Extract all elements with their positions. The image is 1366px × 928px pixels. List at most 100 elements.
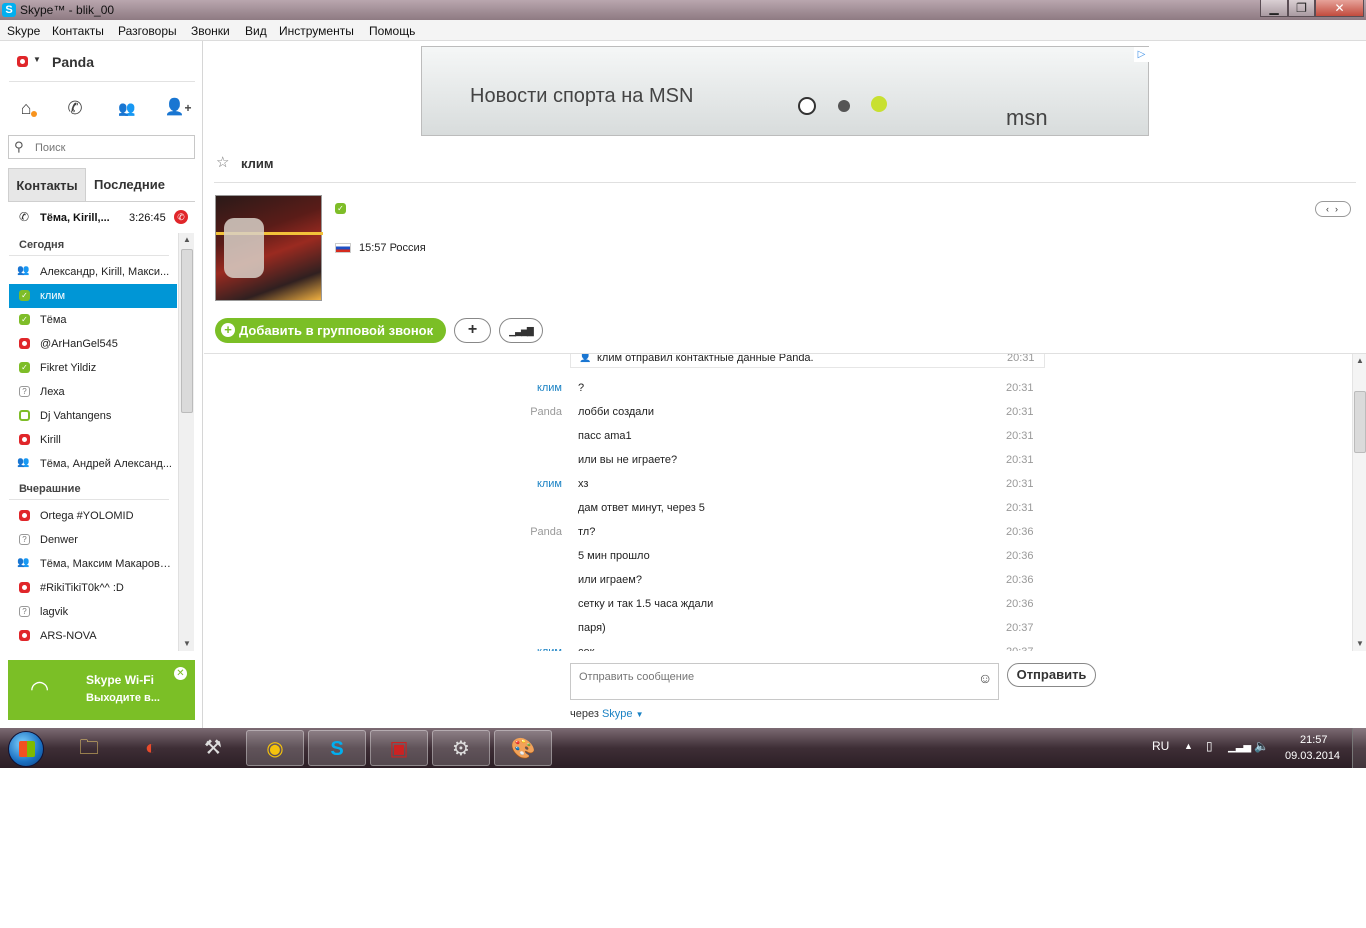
hang-up-icon[interactable]: ✆ [174,210,188,224]
device-icon[interactable]: ▯ [1206,739,1213,753]
chrome-icon[interactable]: ◉ [246,730,304,766]
volume-icon[interactable]: 🔈 [1254,739,1269,753]
tray-expand-icon[interactable]: ▲ [1184,741,1193,751]
contact-item[interactable]: ✓ Fikret Yildiz [9,356,177,380]
send-button[interactable]: Отправить [1007,663,1096,687]
contact-item[interactable]: @ArHanGel545 [9,332,177,356]
message-row: Panda лобби создали 20:31 [204,400,1351,424]
busy-status-icon [19,510,30,521]
contact-item[interactable]: 👥 Тёма, Андрей Александ... [9,452,177,476]
search-input[interactable] [35,140,185,155]
menu-skype[interactable]: Skype [7,24,40,38]
contact-item[interactable]: ? Леха [9,380,177,404]
contact-item[interactable]: ✓ клим [9,284,177,308]
adchoices-icon[interactable]: ▷ [1134,47,1149,62]
menu-view[interactable]: Вид [245,24,267,38]
start-button[interactable] [8,731,44,767]
chevron-down-icon[interactable]: ▼ [636,710,644,719]
contact-item[interactable]: ARS-NOVA [9,624,177,648]
message-input[interactable] [579,670,959,684]
contact-item[interactable]: #RikiTikiT0k^^ :D [9,576,177,600]
menu-conversations[interactable]: Разговоры [118,24,177,38]
contacts-icon[interactable]: 👥 [112,93,142,123]
scroll-up-icon[interactable]: ▲ [1353,354,1366,368]
phone-icon[interactable]: ✆ [60,93,90,123]
message-sender[interactable]: клим [537,646,562,651]
contact-item[interactable]: Dj Vahtangens [9,404,177,428]
scroll-up-icon[interactable]: ▲ [179,233,195,247]
show-desktop-button[interactable] [1352,728,1366,768]
clock-date[interactable]: 09.03.2014 [1285,750,1340,762]
contact-name: Александр, Kirill, Макси... [40,266,170,278]
message-sender[interactable]: Panda [530,526,562,538]
contact-item[interactable]: ✓ Тёма [9,308,177,332]
message-text: 5 мин прошло [578,550,650,562]
skype-icon[interactable]: S [308,730,366,766]
close-button[interactable]: ✕ [1315,0,1364,17]
contact-name: @ArHanGel545 [40,338,118,350]
unknown-status-icon: ? [19,534,30,545]
scroll-down-icon[interactable]: ▼ [179,637,195,651]
busy-status-icon[interactable] [17,56,28,67]
minimize-button[interactable]: ▁ [1260,0,1288,17]
busy-status-icon [19,582,30,593]
menu-contacts[interactable]: Контакты [52,24,104,38]
add-group-call-button[interactable]: + Добавить в групповой звонок [215,318,446,343]
message-sender[interactable]: клим [537,478,562,490]
scroll-thumb[interactable] [1354,391,1366,453]
message-text: или играем? [578,574,642,586]
search-icon: ⚲ [14,139,24,154]
message-composer[interactable]: ☺ [570,663,999,700]
via-service[interactable]: Skype [602,708,633,720]
steam-icon[interactable]: ⚙ [432,730,490,766]
paint-icon[interactable]: 🎨 [494,730,552,766]
contact-name: lagvik [40,606,69,618]
menu-calls[interactable]: Звонки [191,24,230,38]
dota2-icon[interactable]: ▣ [370,730,428,766]
active-call-row[interactable]: ✆ Тёма, Kirill,... 3:26:45 ✆ [8,201,195,231]
scroll-down-icon[interactable]: ▼ [1353,637,1366,651]
message-row: 5 мин прошло 20:36 [204,544,1351,568]
ad-banner[interactable]: Новости спорта на MSN msn ▷ [421,46,1149,136]
contact-item[interactable]: 👥 Александр, Kirill, Макси... [9,260,177,284]
message-time: 20:31 [1006,454,1034,466]
clock-time[interactable]: 21:57 [1300,734,1328,746]
close-icon[interactable]: ✕ [174,667,187,680]
chevron-down-icon[interactable]: ▼ [33,55,41,64]
emoticon-icon[interactable]: ☺ [978,670,992,686]
message-sender[interactable]: Panda [530,406,562,418]
contact-list-scrollbar[interactable]: ▲ ▼ [178,233,194,651]
user-profile-row[interactable]: ▼ Panda [9,50,195,82]
contact-item[interactable]: ? Denwer [9,528,177,552]
home-icon[interactable]: ⌂ [11,93,41,123]
menu-help[interactable]: Помощь [369,24,415,38]
search-box[interactable]: ⚲ [8,135,195,159]
offline-status-icon [19,410,30,421]
wifi-promo[interactable]: ◠ Skype Wi-Fi Выходите в... ✕ [8,660,195,720]
maximize-button[interactable]: ❐ [1288,0,1315,17]
wifi-promo-subtitle: Выходите в... [86,692,160,704]
message-time: 20:31 [1006,478,1034,490]
tab-recent[interactable]: Последние [86,168,195,201]
language-indicator[interactable]: RU [1152,739,1169,753]
tab-contacts[interactable]: Контакты [8,168,86,201]
message-scrollbar[interactable]: ▲ ▼ [1352,354,1366,651]
call-quality-button[interactable]: ▁▃▅▇ [499,318,543,343]
nav-arrows-button[interactable]: ‹› [1315,201,1351,217]
message-sender[interactable]: клим [537,382,562,394]
tool-icon[interactable]: ⚒ [184,730,242,766]
online-status-icon: ✓ [335,203,346,214]
menu-tools[interactable]: Инструменты [279,24,354,38]
network-icon[interactable]: ▁▃▅ [1228,742,1251,753]
favorite-star-icon[interactable]: ☆ [216,153,229,171]
contact-item[interactable]: ? lagvik [9,600,177,624]
user-name[interactable]: Panda [52,54,94,70]
ccleaner-icon[interactable]: ◐ [122,730,180,766]
scroll-thumb[interactable] [181,249,193,413]
contact-item[interactable]: 👥 Тёма, Максим Макаров,... [9,552,177,576]
explorer-icon[interactable]: 🗀 [60,730,118,766]
contact-item[interactable]: Kirill [9,428,177,452]
add-contact-icon[interactable]: 👤+ [163,93,193,123]
contact-item[interactable]: Ortega #YOLOMID [9,504,177,528]
add-button[interactable]: + [454,318,491,343]
